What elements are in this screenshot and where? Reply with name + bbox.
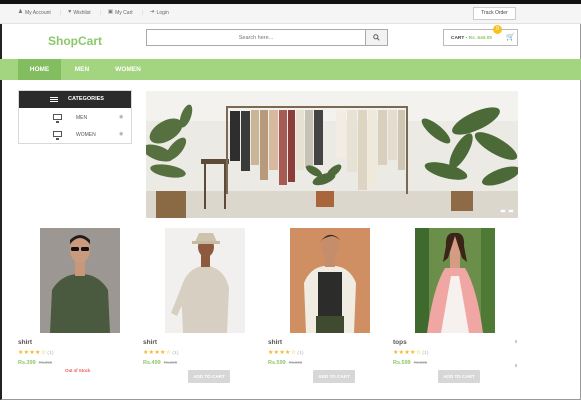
rating-stars: ★★★★☆(1) [393, 350, 429, 356]
product-name[interactable]: shirt [18, 339, 32, 346]
add-to-cart-button[interactable]: ADD TO CART [313, 370, 355, 383]
monitor-icon [53, 114, 62, 123]
old-price: Rs.699 [413, 360, 428, 365]
product-name[interactable]: shirt [268, 339, 282, 346]
category-item-men[interactable]: MEN ◉ [19, 109, 131, 126]
product-price: Rs.399 Rs.599 [18, 360, 52, 366]
scroll-indicator [515, 340, 517, 343]
main-nav: HOME MEN WOMEN [0, 59, 581, 80]
divider: | [99, 10, 101, 16]
rating-stars: ★★★★☆(1) [143, 350, 179, 356]
monitor-icon [53, 131, 62, 140]
eye-icon: ◉ [119, 131, 124, 137]
search-bar [146, 29, 388, 46]
shopping-cart-icon: 🛒 [506, 34, 515, 41]
track-order-button[interactable]: Track Order [473, 7, 516, 20]
cart-icon: ▣ [107, 9, 114, 16]
divider: | [141, 10, 143, 16]
divider: | [59, 10, 62, 16]
current-price: Rs.599 [393, 360, 411, 366]
login-icon: ➜ [149, 9, 155, 16]
categories-panel: CATEGORIES MEN ◉ WOMEN ◉ [18, 90, 132, 144]
wishlist-link[interactable]: ♥ Wishlist [68, 10, 91, 16]
category-label: MEN [76, 115, 88, 121]
site-logo[interactable]: ShopCart [48, 34, 102, 48]
old-price: Rs.699 [163, 360, 178, 365]
product-price: Rs.599 Rs.699 [393, 360, 427, 366]
category-label: WOMEN [76, 132, 96, 138]
product-price: Rs.599 Rs.899 [268, 360, 302, 366]
cart-count-badge: 0 [493, 25, 502, 34]
review-count: (1) [422, 350, 429, 355]
add-to-cart-button[interactable]: ADD TO CART [438, 370, 480, 383]
user-icon: ♟ [18, 9, 23, 16]
review-count: (1) [297, 350, 304, 355]
product-card[interactable]: shirt ★★★★☆(1) Rs.499 Rs.699 ADD TO CART [143, 228, 253, 383]
out-of-stock-label: Out of Stock [65, 368, 91, 373]
login-link[interactable]: ➜ Login [150, 10, 169, 16]
my-cart-label: My Cart [115, 10, 133, 16]
current-price: Rs.599 [268, 360, 286, 366]
carousel-dot[interactable] [508, 209, 514, 213]
current-price: Rs.499 [143, 360, 161, 366]
old-price: Rs.899 [288, 360, 303, 365]
product-name[interactable]: tops [393, 339, 407, 346]
product-price: Rs.499 Rs.699 [143, 360, 177, 366]
search-button[interactable] [365, 30, 387, 45]
search-input[interactable] [147, 30, 365, 45]
current-price: Rs.399 [18, 360, 36, 366]
product-image[interactable] [415, 228, 495, 333]
categories-header: CATEGORIES [19, 91, 131, 108]
scroll-indicator [515, 364, 517, 367]
my-account-link[interactable]: ♟ My Account [18, 10, 51, 16]
rating-stars: ★★★★☆(1) [18, 350, 54, 356]
old-price: Rs.599 [38, 360, 53, 365]
product-card[interactable]: shirt ★★★★☆(1) Rs.599 Rs.899 ADD TO CART [268, 228, 378, 383]
nav-men[interactable]: MEN [63, 59, 101, 80]
review-count: (1) [172, 350, 179, 355]
cart-label: CART - Rs. 640.00 [451, 36, 492, 41]
account-links: ♟ My Account | ♥ Wishlist | ▣ My Cart | ➜ Lo… [18, 10, 178, 16]
product-image[interactable] [40, 228, 120, 333]
carousel-dots [498, 209, 514, 213]
my-cart-link[interactable]: ▣ My Cart [108, 10, 133, 16]
product-card[interactable]: shirt ★★★★☆(1) Rs.399 Rs.599 Out of Stock [18, 228, 128, 383]
hero-banner[interactable] [146, 91, 518, 218]
review-count: (1) [47, 350, 54, 355]
category-item-women[interactable]: WOMEN ◉ [19, 126, 131, 143]
clothing-rack-photo [146, 91, 518, 218]
eye-icon: ◉ [119, 114, 124, 120]
product-name[interactable]: shirt [143, 339, 157, 346]
my-account-label: My Account [24, 10, 51, 16]
cart-label-text: CART - [451, 36, 468, 41]
product-image[interactable] [290, 228, 370, 333]
menu-icon [50, 97, 58, 102]
nav-home[interactable]: HOME [18, 59, 61, 80]
wishlist-label: Wishlist [73, 10, 91, 16]
carousel-dot[interactable] [500, 209, 506, 213]
rating-stars: ★★★★☆(1) [268, 350, 304, 356]
product-image[interactable] [165, 228, 245, 333]
categories-title: CATEGORIES [68, 96, 104, 102]
search-icon [373, 34, 380, 41]
product-card[interactable]: tops ★★★★☆(1) Rs.599 Rs.699 ADD TO CART [393, 228, 503, 383]
heart-icon: ♥ [68, 9, 72, 16]
login-label: Login [156, 10, 169, 16]
add-to-cart-button[interactable]: ADD TO CART [188, 370, 230, 383]
cart-amount: Rs. 640.00 [468, 36, 493, 41]
nav-women[interactable]: WOMEN [107, 59, 149, 80]
cart-summary-button[interactable]: CART - Rs. 640.00 🛒 [443, 29, 518, 46]
